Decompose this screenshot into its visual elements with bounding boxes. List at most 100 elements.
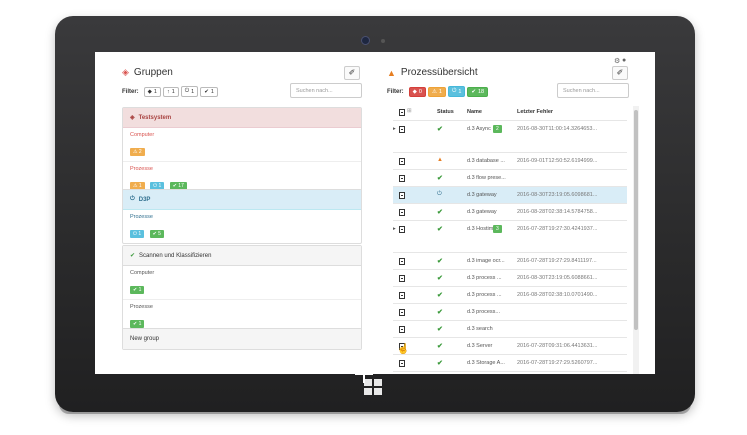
filter-check-button[interactable]: ✔ 1 (200, 86, 218, 97)
expand-icon[interactable]: ▸ (393, 226, 396, 232)
warning-diamond-icon: ◈ (130, 115, 135, 121)
warning-icon: ⚠ (431, 88, 437, 95)
group-new[interactable]: New group (122, 328, 362, 350)
table-row[interactable]: ✔ d.3 image ocr... 2016-07-28T19:27:29.841… (393, 253, 627, 270)
pin-button[interactable]: ✐ (612, 66, 628, 80)
group-testsystem[interactable]: ◈ Testsystem Computer ⚠ 2 Prozesse ⚠ 1 ⏻ … (122, 107, 362, 196)
table-row[interactable]: ⏻ d.3 gateway 2016-08-30T23:19:05.6098681.… (393, 187, 627, 204)
check-icon: ✔ (437, 258, 443, 265)
table-row[interactable]: ✔ d.3 process ... 2016-08-30T23:19:05.6088… (393, 270, 627, 287)
process-table: ⊞ Status Name Letzter Fehler ▸ ✔ d.3 Async… (393, 106, 627, 372)
check-icon: ✔ (437, 292, 443, 299)
power-icon: ⏻ (130, 196, 135, 202)
warning-badge: ⚠ 2 (130, 148, 145, 156)
pin-icon: ✐ (616, 68, 624, 77)
document-icon (399, 360, 405, 369)
process-filter-bar: Filter: ◆ 0 ⚠ 1 ⏻ 1 ✔ 18 (387, 86, 489, 97)
group-scannen[interactable]: ✔ Scannen und Klassifizieren Computer ✔ 1… (122, 245, 362, 334)
power-badge: ⏻ 1 (130, 230, 145, 238)
windows-small-icon[interactable]: ⊞ (407, 108, 412, 114)
process-name: d.3 Storage A... (467, 360, 505, 366)
info-icon[interactable]: ● (622, 57, 626, 64)
table-row[interactable]: ▸ ✔ d.3 Hostim p 3 2016-07-28T19:27:30.42419… (393, 221, 627, 253)
filter-warning-button[interactable]: ⚠ 1 (427, 86, 446, 97)
table-row[interactable]: ✔ d.3 Storage A... 2016-07-28T19:27:29.526… (393, 355, 627, 372)
table-row[interactable]: ✔ d.3 process ... 2016-08-28T02:38:10.0701… (393, 287, 627, 304)
document-icon (399, 292, 405, 301)
scroll-thumb[interactable] (634, 110, 638, 330)
process-header: ▲ Prozessübersicht (387, 67, 478, 78)
document-icon (399, 226, 405, 235)
process-search-input[interactable]: Suchen nach... (557, 83, 629, 98)
process-name: d.3 database ... (467, 158, 505, 164)
table-scrollbar[interactable] (633, 106, 639, 374)
filter-power-button[interactable]: ⏻ 1 (447, 86, 466, 97)
check-icon: ✔ (437, 126, 443, 133)
filter-arrow-up-button[interactable]: ↑ 1 (162, 86, 179, 97)
document-icon (399, 126, 405, 135)
group-header[interactable]: New group (123, 329, 361, 349)
ok-badge: ✔ 1 (130, 286, 145, 294)
warning-triangle-icon: ▲ (437, 157, 443, 163)
check-icon: ✔ (437, 360, 443, 367)
process-name: d.3 Server (467, 343, 493, 349)
power-icon: ⏻ (437, 191, 442, 197)
table-row[interactable]: ✔ d.3 flow prese... (393, 170, 627, 187)
document-icon (399, 175, 405, 184)
process-name: d.3 process ... (467, 292, 502, 298)
power-icon: ⏻ (451, 88, 457, 94)
process-panel: ▲ Prozessübersicht ⚙ ● ✐ Filter: ◆ 0 ⚠ 1 ⏻… (387, 52, 639, 374)
group-header[interactable]: ◈ Testsystem (123, 108, 361, 128)
check-icon: ✔ (437, 326, 443, 333)
groups-header: ◈ Gruppen (122, 67, 173, 78)
table-row[interactable]: ▲ d.3 database ... 2016-09-01T12:50:52.619… (393, 153, 627, 170)
group-sub-computer[interactable]: Computer ⚠ 2 (123, 128, 361, 162)
group-header[interactable]: ⏻ D3P (123, 190, 361, 210)
group-sub-computer[interactable]: Computer ✔ 1 (123, 266, 361, 300)
process-name: d.3 gateway (467, 209, 497, 215)
pin-button[interactable]: ✐ (344, 66, 360, 80)
table-row[interactable]: ✔ d.3 search (393, 321, 627, 338)
check-icon: ✔ (437, 343, 443, 350)
table-row[interactable]: ✔ d.3 process... (393, 304, 627, 321)
check-icon: ✔ (437, 275, 443, 282)
last-error: 2016-07-28T19:27:29.5260797... (517, 360, 598, 366)
group-header[interactable]: ✔ Scannen und Klassifizieren (123, 246, 361, 266)
table-row[interactable]: ✔ d.3 gateway 2016-08-28T02:38:14.5784758.… (393, 204, 627, 221)
process-name: d.3 Hostim p (467, 226, 498, 232)
document-icon (399, 192, 405, 201)
diamond-warning-icon: ◈ (122, 67, 129, 77)
process-name: d.3 process... (467, 309, 501, 315)
last-error: 2016-08-30T11:00:14.3264653... (517, 126, 598, 132)
count-badge: 3 (493, 225, 502, 233)
process-title: Prozessübersicht (400, 67, 478, 78)
check-icon: ✔ (437, 226, 443, 233)
document-icon (399, 309, 405, 318)
last-error: 2016-08-28T02:38:14.5784758... (517, 209, 598, 215)
filter-diamond-button[interactable]: ◆ 1 (143, 86, 161, 97)
last-error: 2016-07-28T19:27:30.4241937... (517, 226, 598, 232)
diamond-icon: ◆ (412, 88, 417, 95)
filter-power-button[interactable]: ⏻ 1 (180, 86, 199, 97)
process-name: d.3 Async (467, 126, 491, 132)
process-name: d.3 search (467, 326, 493, 332)
filter-ok-button[interactable]: ✔ 18 (467, 86, 489, 97)
groups-panel: ◈ Gruppen ✐ Filter: ◆ 1 ↑ 1 ⏻ 1 ✔ 1 Suchen n… (122, 52, 362, 374)
settings-icon[interactable]: ⚙ (614, 57, 620, 65)
document-icon (399, 158, 405, 167)
groups-title: Gruppen (133, 67, 173, 78)
last-error: 2016-08-30T23:19:05.6098681... (517, 192, 598, 198)
table-row[interactable]: ✔ d.3 Server 2016-07-28T09:31:06.4413631..… (393, 338, 627, 355)
group-d3p[interactable]: ⏻ D3P Prozesse ⏻ 1 ✔ 5 (122, 189, 362, 244)
table-row[interactable]: ▸ ✔ d.3 Async 2 2016-08-30T11:00:14.3264653.… (393, 121, 627, 153)
ok-badge: ✔ 5 (149, 230, 164, 238)
group-sub-prozesse[interactable]: Prozesse ⏻ 1 ✔ 5 (123, 210, 361, 243)
last-error: 2016-08-30T23:19:05.6088661... (517, 275, 598, 281)
document-icon (399, 258, 405, 267)
filter-error-button[interactable]: ◆ 0 (408, 86, 426, 97)
ok-badge: ✔ 1 (130, 320, 145, 328)
groups-search-input[interactable]: Suchen nach... (290, 83, 362, 98)
check-icon: ✔ (437, 209, 443, 216)
document-icon[interactable] (399, 109, 405, 118)
expand-icon[interactable]: ▸ (393, 126, 396, 132)
